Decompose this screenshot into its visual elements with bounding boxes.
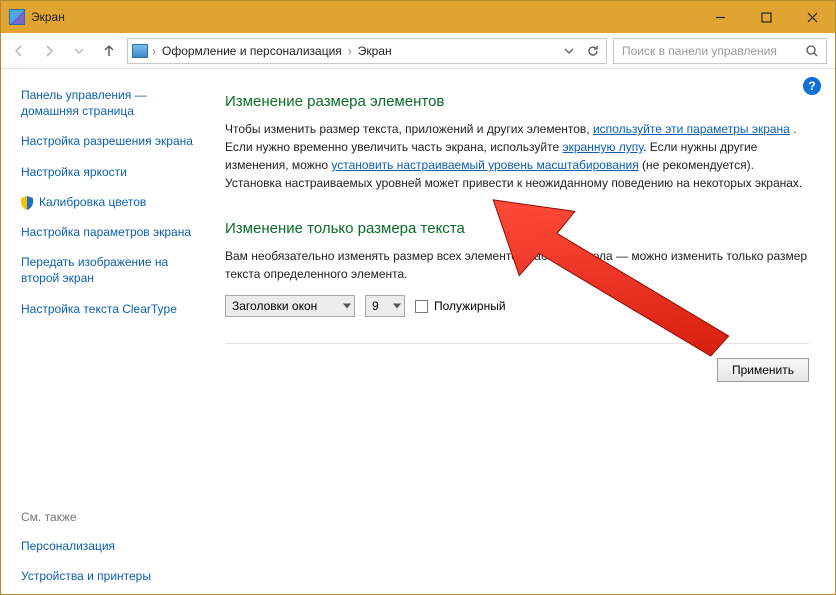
control-panel-window: Экран › Оформление и персонализация › (0, 0, 836, 595)
search-icon[interactable] (804, 43, 820, 59)
refresh-button[interactable] (582, 40, 604, 62)
chevron-down-icon (393, 304, 401, 309)
chevron-down-icon (343, 304, 351, 309)
sidebar-item-display-settings[interactable]: Настройка параметров экрана (21, 224, 191, 240)
back-button[interactable] (7, 39, 31, 63)
checkbox-box (415, 300, 428, 313)
titlebar[interactable]: Экран (1, 1, 835, 33)
sidebar-item-cleartype[interactable]: Настройка текста ClearType (21, 301, 177, 317)
link-custom-scaling[interactable]: установить настраиваемый уровень масштаб… (331, 158, 638, 172)
address-history-dropdown[interactable] (558, 40, 580, 62)
help-icon[interactable]: ? (803, 77, 821, 95)
separator (225, 343, 809, 344)
main-content: Изменение размера элементов Чтобы измени… (211, 69, 835, 594)
heading-text-size: Изменение только размера текста (225, 220, 809, 237)
sidebar-item-calibrate-color[interactable]: Калибровка цветов (39, 194, 146, 210)
recent-locations-dropdown[interactable] (67, 39, 91, 63)
element-type-select[interactable]: Заголовки окон (225, 295, 355, 317)
window-title: Экран (31, 10, 65, 24)
chevron-right-icon: › (152, 44, 156, 58)
address-bar[interactable]: › Оформление и персонализация › Экран (127, 38, 607, 64)
resize-items-description: Чтобы изменить размер текста, приложений… (225, 120, 809, 192)
control-panel-home-link[interactable]: Панель управления — домашняя страница (21, 87, 201, 119)
close-button[interactable] (789, 1, 835, 33)
search-box[interactable] (613, 38, 827, 64)
seealso-devices-printers[interactable]: Устройства и принтеры (21, 568, 201, 584)
link-display-settings[interactable]: используйте эти параметры экрана (593, 122, 790, 136)
minimize-button[interactable] (697, 1, 743, 33)
breadcrumb-item[interactable]: Оформление и персонализация (160, 44, 344, 58)
sidebar-item-brightness[interactable]: Настройка яркости (21, 164, 127, 180)
sidebar-item-project[interactable]: Передать изображение на второй экран (21, 254, 201, 286)
apply-button[interactable]: Применить (717, 358, 809, 382)
sidebar: Панель управления — домашняя страница На… (1, 69, 211, 594)
font-size-select[interactable]: 9 (365, 295, 405, 317)
sidebar-item-resolution[interactable]: Настройка разрешения экрана (21, 133, 193, 149)
maximize-button[interactable] (743, 1, 789, 33)
location-icon (132, 44, 148, 58)
forward-button[interactable] (37, 39, 61, 63)
heading-resize-items: Изменение размера элементов (225, 93, 809, 110)
element-type-value: Заголовки окон (232, 299, 317, 313)
chevron-right-icon: › (348, 44, 352, 58)
bold-checkbox[interactable]: Полужирный (415, 299, 506, 313)
link-magnifier[interactable]: экранную лупу (563, 140, 644, 154)
font-size-value: 9 (372, 299, 379, 313)
window-icon (9, 9, 25, 25)
bold-label: Полужирный (434, 299, 506, 313)
search-input[interactable] (620, 43, 804, 59)
toolbar: › Оформление и персонализация › Экран (1, 33, 835, 69)
text-size-description: Вам необязательно изменять размер всех э… (225, 247, 809, 283)
shield-icon (21, 196, 33, 210)
up-button[interactable] (97, 39, 121, 63)
seealso-personalization[interactable]: Персонализация (21, 538, 201, 554)
see-also-header: См. также (21, 510, 201, 524)
breadcrumb-item[interactable]: Экран (356, 44, 394, 58)
